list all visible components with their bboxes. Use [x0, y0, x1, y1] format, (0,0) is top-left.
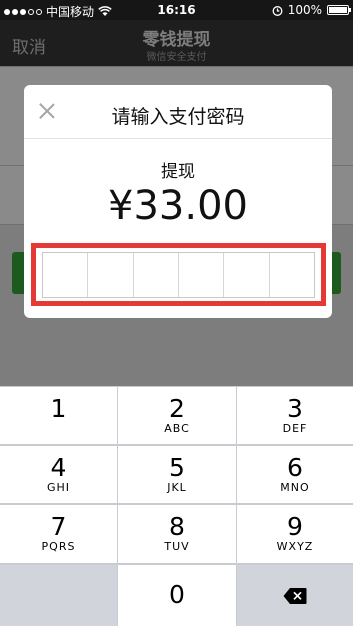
key-letters: DEF	[282, 422, 308, 435]
transaction-label: 提现	[161, 162, 195, 182]
password-cell	[178, 253, 225, 297]
numeric-keypad: 1 2 ABC 3 DEF 4 GHI 5 JKL 6 MNO 7 PQRS 8…	[0, 386, 353, 626]
password-cell	[269, 253, 314, 297]
key-digit: 1	[50, 394, 67, 423]
key-letters: ABC	[164, 422, 190, 435]
key-digit: 6	[287, 453, 303, 482]
status-right: 100%	[272, 3, 351, 17]
password-cell	[88, 253, 134, 297]
key-letters: GHI	[46, 481, 71, 494]
page-title: 零钱提现	[142, 30, 211, 50]
password-input[interactable]	[42, 252, 315, 298]
key-digit: 3	[287, 394, 303, 423]
password-cell	[224, 253, 270, 297]
key-digit: 7	[50, 512, 67, 541]
key-digit: 2	[169, 394, 185, 423]
battery-icon	[327, 5, 351, 15]
alarm-icon	[272, 5, 283, 16]
key-blank	[0, 565, 117, 626]
key-3[interactable]: 3 DEF	[237, 387, 353, 444]
password-cell	[43, 253, 89, 297]
key-2[interactable]: 2 ABC	[118, 387, 236, 444]
key-7[interactable]: 7 PQRS	[0, 505, 117, 563]
dialog-title: 请输入支付密码	[111, 106, 245, 128]
battery-percent: 100%	[287, 3, 322, 17]
key-9[interactable]: 9 WXYZ	[237, 505, 353, 563]
key-letters: WXYZ	[276, 540, 314, 553]
key-letters: TUV	[164, 540, 190, 553]
key-5[interactable]: 5 JKL	[118, 446, 236, 503]
key-1[interactable]: 1	[0, 387, 117, 444]
key-letters: MNO	[280, 481, 310, 494]
divider	[24, 138, 332, 139]
backspace-icon	[283, 587, 307, 604]
page-subtitle: 微信安全支付	[146, 52, 207, 63]
key-8[interactable]: 8 TUV	[118, 505, 236, 563]
key-digit: 4	[50, 453, 67, 482]
backspace-button[interactable]	[237, 565, 353, 626]
key-letters: PQRS	[41, 540, 76, 553]
key-4[interactable]: 4 GHI	[0, 446, 117, 503]
navbar: 取消 零钱提现 微信安全支付	[0, 20, 353, 66]
key-letters: JKL	[167, 481, 187, 494]
key-digit: 9	[287, 512, 303, 541]
key-digit: 8	[169, 512, 185, 541]
password-cell	[133, 253, 179, 297]
key-6[interactable]: 6 MNO	[237, 446, 353, 503]
divider	[0, 66, 353, 67]
amount: ¥33.00	[108, 183, 248, 229]
key-digit: 0	[169, 580, 185, 609]
status-bar: 中国移动 16:16 100%	[0, 0, 353, 20]
key-0[interactable]: 0	[118, 565, 236, 626]
key-digit: 5	[169, 453, 185, 482]
